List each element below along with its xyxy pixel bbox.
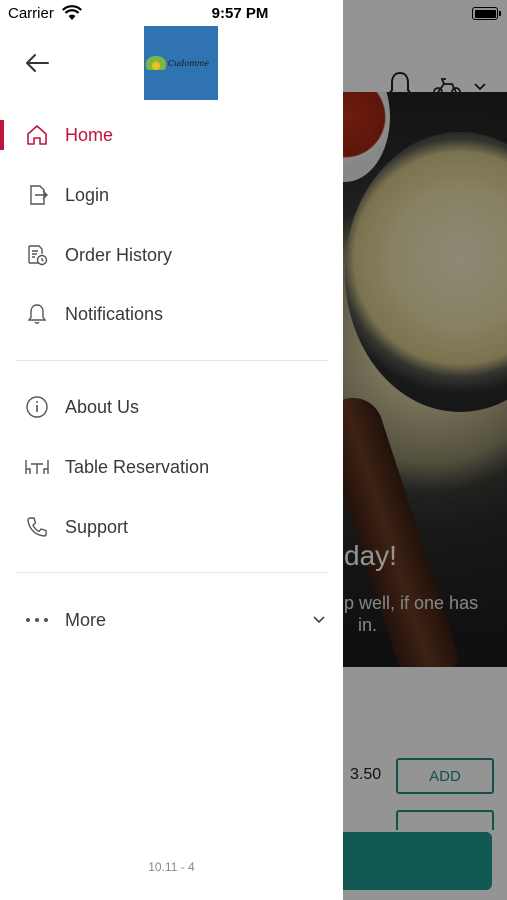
- menu-label-order-history: Order History: [65, 244, 173, 265]
- restaurant-logo: Cudomme: [144, 26, 218, 100]
- side-drawer: Cudomme Home Login Order History Notific…: [0, 0, 343, 900]
- logo-wordmark: Cudomme: [168, 58, 210, 68]
- menu-item-login[interactable]: Login: [0, 167, 343, 223]
- menu-item-support[interactable]: Support: [0, 499, 343, 555]
- menu-divider: [16, 360, 328, 361]
- phone-icon: [24, 514, 50, 540]
- home-icon: [24, 122, 50, 148]
- app-version: 10.11 - 4: [148, 860, 195, 874]
- menu-label-table-reservation: Table Reservation: [65, 456, 210, 477]
- menu-label-support: Support: [65, 516, 129, 537]
- status-time: 9:57 PM: [211, 5, 269, 22]
- info-icon: [24, 394, 50, 420]
- order-history-icon: [24, 242, 50, 268]
- menu-item-table-reservation[interactable]: Table Reservation: [0, 439, 343, 495]
- table-icon: [24, 454, 50, 480]
- arrow-left-icon: [26, 54, 49, 72]
- menu-label-notifications: Notifications: [65, 303, 164, 324]
- active-indicator: [0, 120, 4, 150]
- back-button[interactable]: [22, 50, 52, 76]
- menu-item-about-us[interactable]: About Us: [0, 379, 343, 435]
- menu-item-home[interactable]: Home: [0, 107, 343, 163]
- menu-item-more[interactable]: More: [0, 592, 343, 648]
- drawer-header: Cudomme: [0, 24, 343, 100]
- chevron-down-icon: [313, 616, 325, 624]
- menu-label-login: Login: [65, 184, 110, 205]
- login-icon: [24, 182, 50, 208]
- menu-item-notifications[interactable]: Notifications: [0, 286, 343, 342]
- menu-label-home: Home: [65, 124, 114, 145]
- menu-divider: [16, 572, 328, 573]
- menu-item-order-history[interactable]: Order History: [0, 227, 343, 283]
- menu-label-about-us: About Us: [65, 396, 140, 417]
- battery-icon: [472, 7, 501, 20]
- status-bar: Carrier 9:57 PM: [0, 0, 507, 28]
- logo-mark: [146, 56, 166, 70]
- more-dots-icon: [24, 607, 50, 633]
- menu-label-more: More: [65, 609, 107, 630]
- bell-icon: [24, 301, 50, 327]
